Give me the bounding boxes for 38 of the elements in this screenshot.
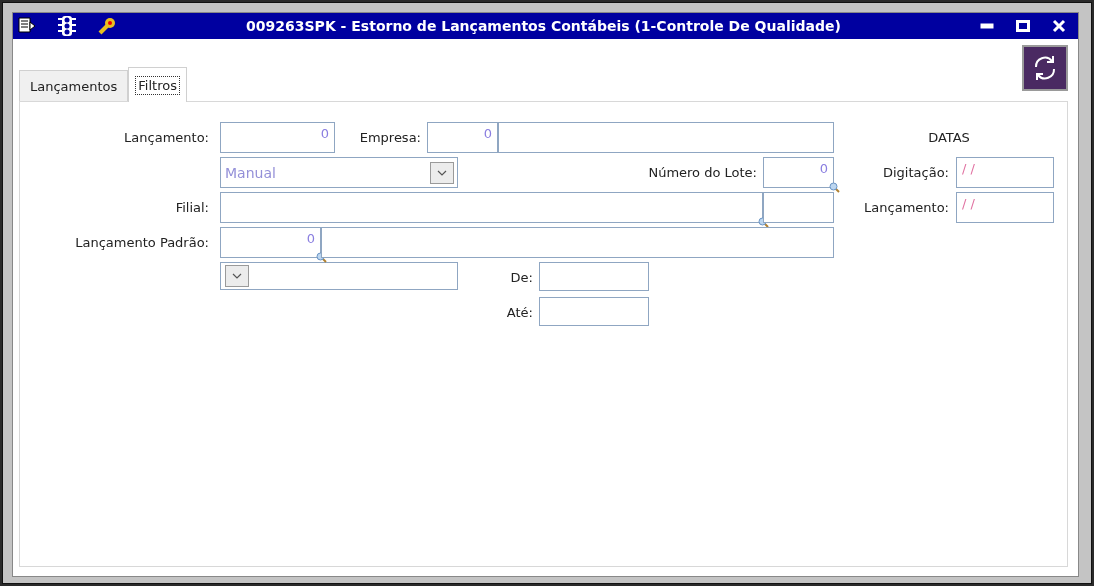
- window-title: 009263SPK - Estorno de Lançamentos Contábeis (1-Controle De Qualidade): [245, 18, 842, 34]
- section-heading: DATAS: [928, 130, 970, 145]
- chevron-down-icon: [437, 169, 447, 176]
- minimize-icon: [980, 23, 994, 29]
- field-label: Número do Lote:: [648, 165, 757, 180]
- field-label: Empresa:: [359, 130, 421, 145]
- dropdown[interactable]: [220, 262, 458, 290]
- close-icon: [1052, 19, 1066, 33]
- traffic-light-icon[interactable]: [57, 16, 77, 36]
- field-label: Digitação:: [883, 165, 949, 180]
- input-field[interactable]: 0: [220, 122, 335, 153]
- chevron-down-icon: [232, 273, 242, 279]
- field-label: Filial:: [175, 200, 209, 215]
- input-field[interactable]: 0: [763, 157, 834, 188]
- dropdown-button[interactable]: [225, 265, 249, 287]
- date-field[interactable]: / /: [956, 192, 1054, 223]
- input-field[interactable]: [539, 262, 649, 291]
- input-field[interactable]: [539, 297, 649, 326]
- dropdown[interactable]: Manual: [220, 157, 458, 188]
- field-label: De:: [510, 270, 533, 285]
- input-field[interactable]: [763, 192, 834, 223]
- document-arrow-icon[interactable]: [17, 16, 37, 34]
- magnifier-icon[interactable]: [829, 182, 840, 193]
- input-field[interactable]: 0: [427, 122, 498, 153]
- dropdown-button[interactable]: [430, 161, 454, 184]
- input-field[interactable]: [220, 192, 763, 223]
- field-label: Lançamento Padrão:: [75, 235, 209, 250]
- refresh-button[interactable]: [1022, 45, 1068, 91]
- input-field[interactable]: [321, 227, 834, 258]
- input-field[interactable]: 0: [220, 227, 321, 258]
- tab[interactable]: Lançamentos: [19, 70, 129, 101]
- tab[interactable]: Filtros: [128, 67, 187, 102]
- field-label: Até:: [506, 305, 533, 320]
- input-field[interactable]: [498, 122, 834, 153]
- field-label: Lançamento:: [124, 130, 209, 145]
- field-label: Lançamento:: [864, 200, 949, 215]
- maximize-icon: [1016, 20, 1030, 32]
- date-field[interactable]: / /: [956, 157, 1054, 188]
